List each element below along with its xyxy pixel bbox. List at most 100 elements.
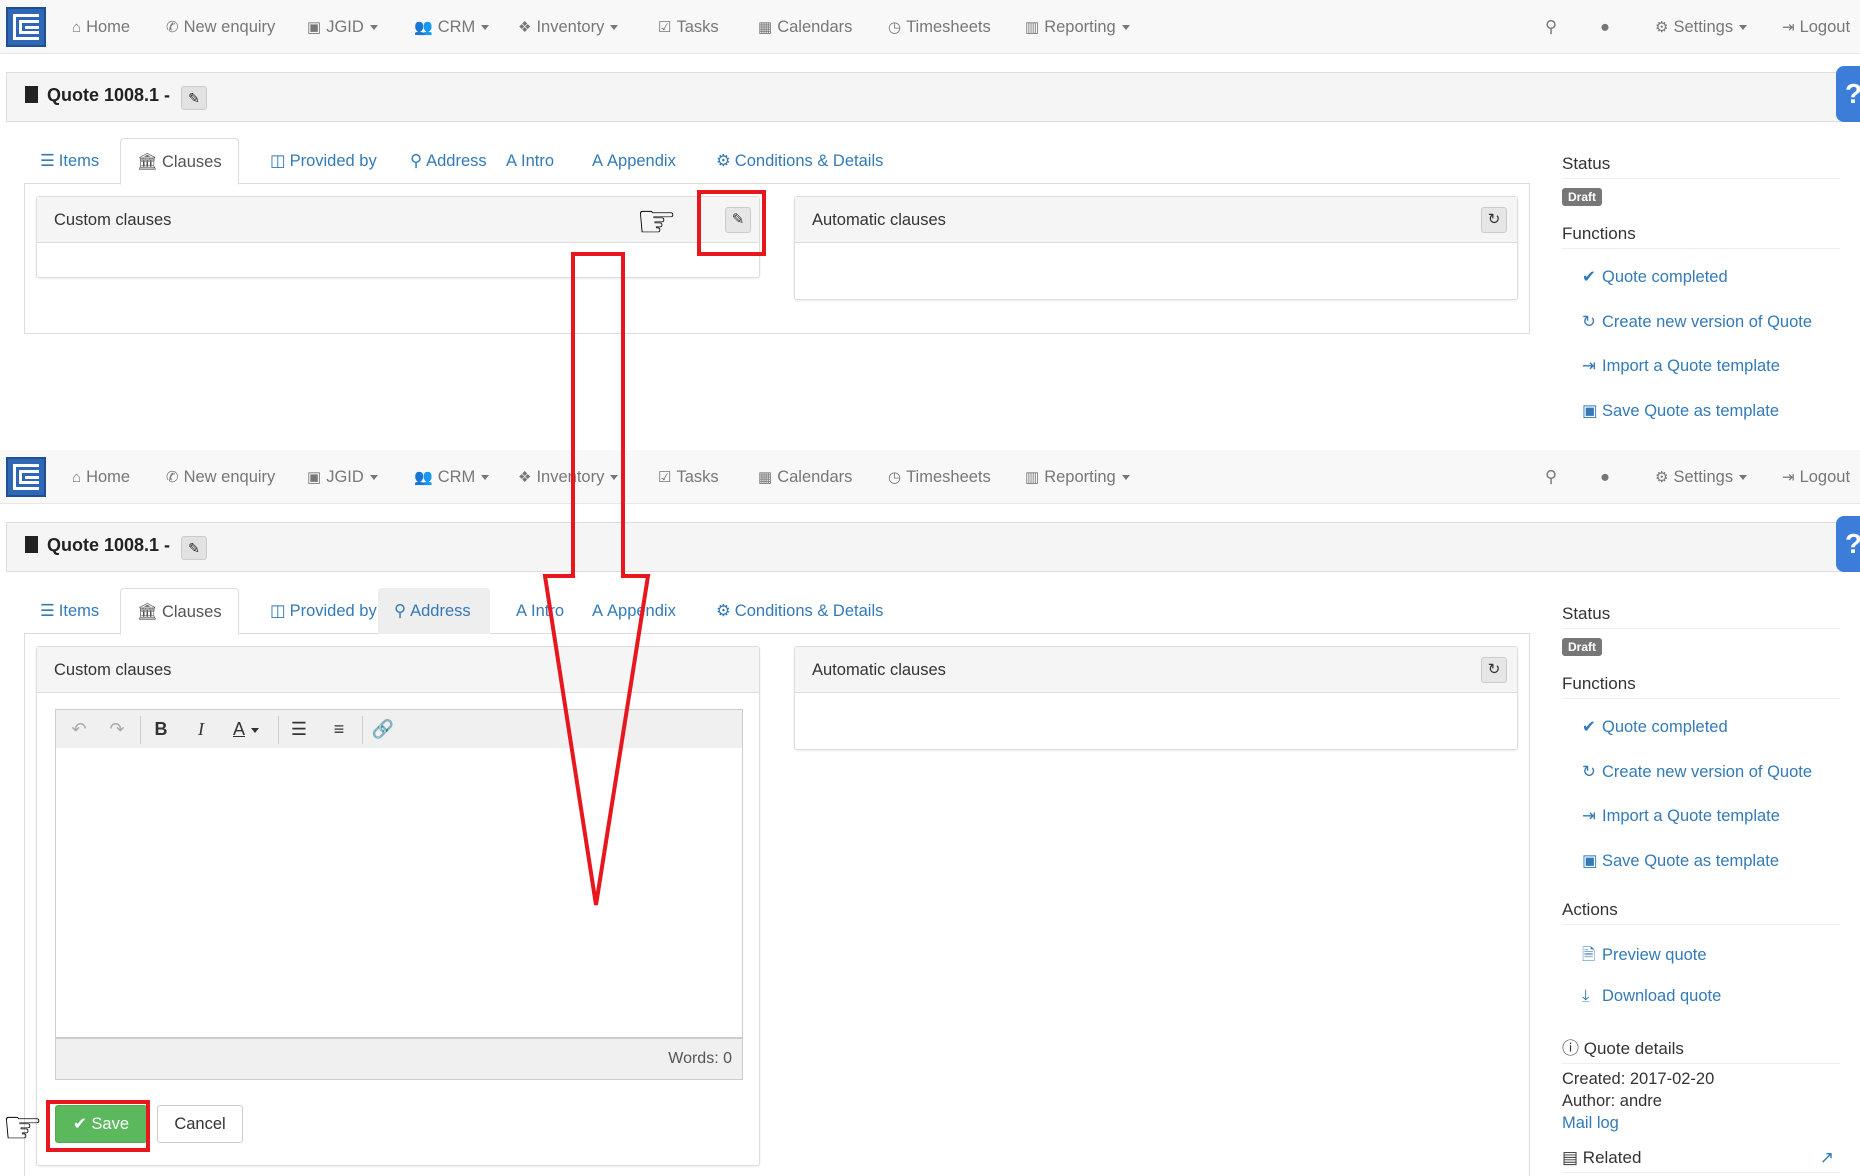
refresh-icon[interactable]: ↻	[1481, 657, 1507, 683]
tab-items[interactable]: ☰ Items	[24, 138, 115, 184]
screenshot-after: ⌂ Home ✆ New enquiry ▣ JGID 👥 CRM ❖ Inventory…	[0, 450, 1860, 1176]
nav-reporting[interactable]: ▥ Reporting	[1025, 0, 1130, 54]
tab-intro[interactable]: A Intro	[490, 138, 570, 184]
caret-down-icon	[610, 25, 619, 31]
tab-conditions-details[interactable]: ⚙ Conditions & Details	[700, 588, 899, 634]
nav-tasks[interactable]: ☑ Tasks	[658, 450, 719, 504]
tab-intro[interactable]: A Intro	[500, 588, 580, 634]
logout-icon: ⇥	[1782, 19, 1795, 36]
caret-down-icon	[1739, 25, 1748, 31]
search-icon[interactable]: ⚲	[1545, 0, 1557, 54]
users-icon: 👥	[414, 469, 433, 486]
gear-icon: ⚙	[1655, 19, 1669, 36]
text-color-dropdown-icon[interactable]	[248, 716, 262, 742]
save-template-link[interactable]: ▣ Save Quote as template	[1582, 401, 1779, 421]
clauses-editor-input[interactable]	[55, 748, 743, 1038]
nav-reporting[interactable]: ▥ Reporting	[1025, 450, 1130, 504]
nav-jgid[interactable]: ▣ JGID	[307, 450, 378, 504]
preview-quote-link[interactable]: 🗎 Preview quote	[1582, 943, 1707, 971]
undo-icon[interactable]: ↶	[66, 716, 92, 742]
bold-icon[interactable]: B	[148, 716, 174, 742]
tab-clauses[interactable]: 🏛 Clauses	[120, 588, 239, 635]
search-icon[interactable]: ⚲	[1545, 450, 1557, 504]
import-template-link[interactable]: ⇥ Import a Quote template	[1582, 806, 1780, 826]
bullet-list-icon[interactable]: ☰	[286, 716, 312, 742]
page-title: Quote 1008.1 -	[47, 535, 171, 555]
tab-address[interactable]: ⚲ Address	[394, 138, 503, 184]
edit-title-button[interactable]: ✎	[181, 536, 207, 560]
cogs-icon: ⚙	[716, 602, 731, 620]
status-heading: Status	[1562, 154, 1840, 179]
external-link-icon[interactable]: ↗	[1820, 1148, 1834, 1168]
tab-address[interactable]: ⚲ Address	[378, 588, 490, 634]
help-tab[interactable]: ?	[1836, 516, 1860, 572]
nav-home[interactable]: ⌂ Home	[72, 0, 130, 54]
nav-tasks[interactable]: ☑ Tasks	[658, 0, 719, 54]
editor-toolbar: ↶ ↷ B I A ☰ ≡ 🔗	[55, 709, 743, 749]
bank-icon: 🏛	[137, 603, 158, 621]
highlight-edit-button	[697, 190, 766, 256]
automatic-clauses-heading: Automatic clauses	[795, 197, 1517, 243]
app-logo[interactable]	[6, 7, 46, 47]
pointing-hand-icon: ☞	[636, 195, 678, 247]
custom-clauses-heading: Custom clauses	[37, 647, 759, 693]
quote-completed-link[interactable]: ✔ Quote completed	[1582, 717, 1728, 737]
save-template-link[interactable]: ▣ Save Quote as template	[1582, 851, 1779, 871]
nav-settings[interactable]: ⚙ Settings	[1655, 450, 1748, 504]
help-tab[interactable]: ?	[1836, 66, 1860, 122]
list-icon: ☰	[40, 152, 55, 170]
edit-title-button[interactable]: ✎	[181, 86, 207, 110]
nav-inventory[interactable]: ❖ Inventory	[518, 0, 619, 54]
tab-provided-by[interactable]: ◫ Provided by	[254, 588, 393, 634]
redo-icon[interactable]: ↷	[104, 716, 130, 742]
file-icon	[25, 86, 38, 103]
nav-timesheets[interactable]: ◷ Timesheets	[888, 0, 991, 54]
jgid-icon: ▣	[307, 469, 322, 486]
nav-jgid[interactable]: ▣ JGID	[307, 0, 378, 54]
top-navbar: ⌂ Home ✆ New enquiry ▣ JGID 👥 CRM ❖ Inventory…	[0, 450, 1860, 504]
refresh-icon[interactable]: ↻	[1481, 207, 1507, 233]
tab-provided-by[interactable]: ◫ Provided by	[254, 138, 393, 184]
mail-log-link[interactable]: Mail log	[1562, 1114, 1619, 1133]
status-badge: Draft	[1562, 188, 1603, 206]
nav-new-enquiry[interactable]: ✆ New enquiry	[166, 0, 275, 54]
nav-calendars[interactable]: ▦ Calendars	[758, 0, 852, 54]
tab-items[interactable]: ☰ Items	[24, 588, 115, 634]
nav-timesheets[interactable]: ◷ Timesheets	[888, 450, 991, 504]
nav-calendars[interactable]: ▦ Calendars	[758, 450, 852, 504]
nav-home[interactable]: ⌂ Home	[72, 450, 130, 504]
nav-inventory[interactable]: ❖ Inventory	[518, 450, 619, 504]
italic-icon[interactable]: I	[188, 716, 214, 742]
new-version-link[interactable]: ↻ Create new version of Quote	[1582, 312, 1812, 332]
nav-crm[interactable]: 👥 CRM	[414, 0, 490, 54]
word-count: Words: 0	[668, 1050, 732, 1067]
import-template-link[interactable]: ⇥ Import a Quote template	[1582, 356, 1780, 376]
tab-appendix[interactable]: A Appendix	[576, 588, 692, 634]
sign-in-icon: ⇥	[1582, 807, 1596, 825]
automatic-clauses-heading: Automatic clauses	[795, 647, 1517, 693]
link-icon[interactable]: 🔗	[370, 716, 396, 742]
tab-clauses[interactable]: 🏛 Clauses	[120, 138, 239, 185]
nav-settings[interactable]: ⚙ Settings	[1655, 0, 1748, 54]
sign-in-icon: ⇥	[1582, 357, 1596, 375]
nav-logout[interactable]: ⇥ Logout	[1782, 450, 1850, 504]
nav-logout[interactable]: ⇥ Logout	[1782, 0, 1850, 54]
custom-clauses-panel: Custom clauses ↶ ↷ B I A ☰ ≡ 🔗 Words: 0 …	[36, 646, 760, 1166]
font-icon: A	[516, 602, 528, 620]
app-logo[interactable]	[6, 457, 46, 497]
cancel-button[interactable]: Cancel	[157, 1105, 243, 1143]
users-icon: 👥	[414, 19, 433, 36]
globe-icon[interactable]: ●	[1600, 450, 1610, 504]
nav-crm[interactable]: 👥 CRM	[414, 450, 490, 504]
toolbar-divider	[362, 716, 363, 744]
download-quote-link[interactable]: ⤓ Download quote	[1582, 987, 1721, 1006]
quote-completed-link[interactable]: ✔ Quote completed	[1582, 267, 1728, 287]
page-header: Quote 1008.1 - ✎	[6, 72, 1860, 122]
tab-conditions-details[interactable]: ⚙ Conditions & Details	[700, 138, 899, 184]
tab-appendix[interactable]: A Appendix	[576, 138, 692, 184]
numbered-list-icon[interactable]: ≡	[326, 716, 352, 742]
nav-new-enquiry[interactable]: ✆ New enquiry	[166, 450, 275, 504]
globe-icon[interactable]: ●	[1600, 0, 1610, 54]
new-version-link[interactable]: ↻ Create new version of Quote	[1582, 762, 1812, 782]
calendar-icon: ▦	[758, 19, 773, 36]
